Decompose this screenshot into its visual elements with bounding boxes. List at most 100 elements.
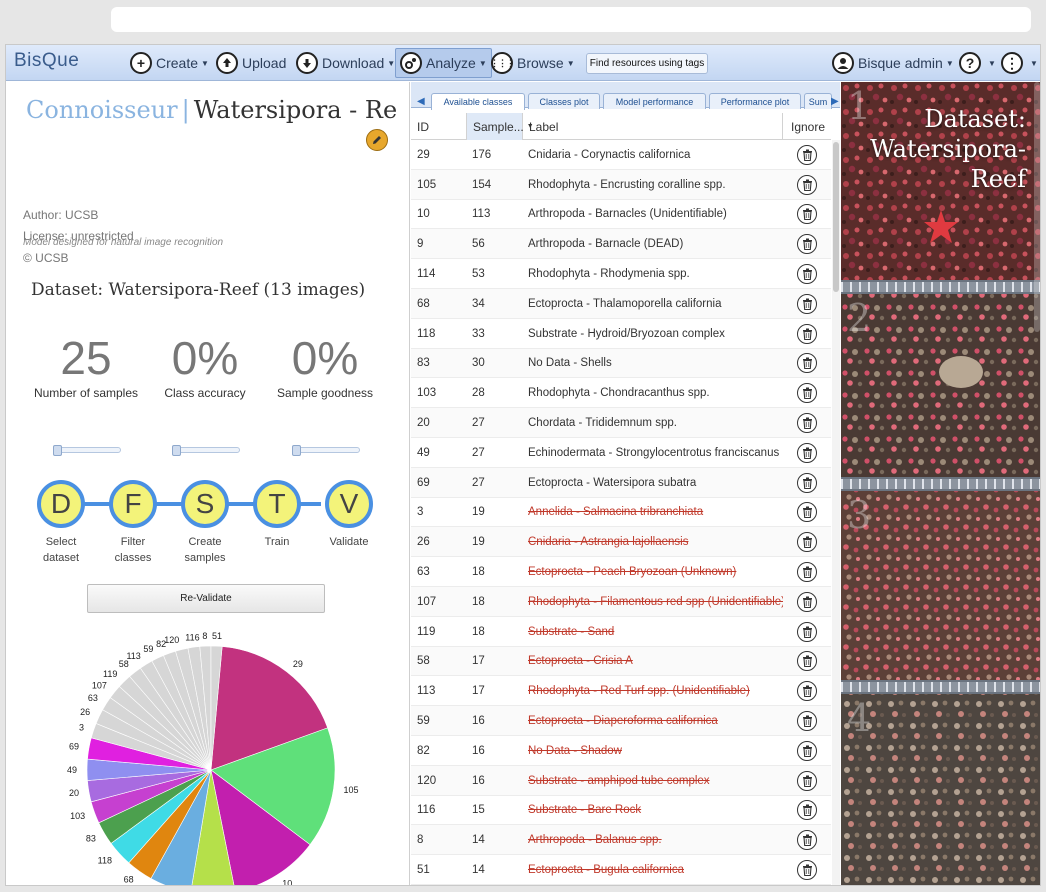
table-row[interactable]: 118 33 Substrate - Hydroid/Bryozoan comple… [411,319,831,349]
trash-icon[interactable] [797,353,817,374]
gallery-title-line: Dataset: [924,105,1026,133]
trash-icon[interactable] [797,681,817,702]
table-row[interactable]: 3 19 Annelida - Salmacina tribranchiata [411,498,831,528]
trash-icon[interactable] [797,413,817,434]
trash-icon[interactable] [797,144,817,165]
trash-icon[interactable] [797,591,817,612]
cell-label: Ectoprocta - Diaperoforma californica [528,715,718,728]
table-row[interactable]: 68 34 Ectoprocta - Thalamoporella californ… [411,288,831,319]
table-row[interactable]: 58 17 Ectoprocta - Crisia A [411,646,831,677]
trash-icon[interactable] [797,711,817,732]
tab-scroll-left-icon[interactable]: ◀ [417,96,425,107]
stat-label: Sample goodness [276,386,374,400]
table-row[interactable]: 51 14 Ectoprocta - Bugula californica [411,855,831,885]
slider-handle[interactable] [172,445,181,456]
tab-classes-plot[interactable]: Classes plot [528,93,600,109]
tab-scroll-right-icon[interactable]: ▶ [831,96,839,107]
header-id[interactable]: ID [411,113,467,140]
trash-icon[interactable] [797,562,817,583]
table-row[interactable]: 20 27 Chordata - Trididemnum spp. [411,408,831,438]
table-row[interactable]: 103 28 Rhodophyta - Chondracanthus spp. [411,378,831,409]
user-menu[interactable]: Bisque admin ▼ [832,48,954,78]
header-samples[interactable]: Sample... ▼ [467,113,534,140]
table-row[interactable]: 119 18 Substrate - Sand [411,617,831,647]
table-row[interactable]: 29 176 Cnidaria - Corynactis californica [411,140,831,170]
trash-icon[interactable] [797,860,817,881]
tab-summary[interactable]: Sum [804,93,832,109]
cell-label: Rhodophyta - Encrusting coralline spp. [528,178,726,191]
table-row[interactable]: 116 15 Substrate - Bare Rock [411,796,831,826]
trash-icon[interactable] [797,383,817,404]
download-menu[interactable]: Download ▼ [296,48,395,78]
trash-icon[interactable] [797,770,817,791]
trash-icon[interactable] [797,532,817,553]
trash-icon[interactable] [797,174,817,195]
gallery-scrollbar[interactable] [1034,82,1040,332]
trash-icon[interactable] [797,740,817,761]
pie-slice-label: 20 [69,788,79,798]
table-row[interactable]: 120 16 Substrate - amphipod tube complex [411,765,831,796]
table-row[interactable]: 49 27 Echinodermata - Strongylocentrotus f… [411,438,831,468]
scrollbar-thumb[interactable] [833,142,839,292]
bisque-app: BisQue + Create ▼ Upload Download ▼ Anal… [5,44,1041,886]
header-ignore[interactable]: Ignore [783,113,831,140]
table-row[interactable]: 10 113 Arthropoda - Barnacles (Unidentifia… [411,200,831,230]
trash-icon[interactable] [797,323,817,344]
class-accuracy-slider[interactable] [172,445,240,456]
tab-model-performance[interactable]: Model performance [603,93,706,109]
step-select-dataset[interactable]: D [37,480,85,528]
trash-icon[interactable] [797,830,817,851]
samples-slider[interactable] [53,445,121,456]
upload-button[interactable]: Upload [216,48,286,78]
cell-label: Arthropoda - Barnacles (Unidentifiable) [528,208,727,221]
table-row[interactable]: 82 16 No Data - Shadow [411,736,831,766]
sample-goodness-slider[interactable] [292,445,360,456]
step-filter-classes[interactable]: F [109,480,157,528]
table-row[interactable]: 63 18 Ectoprocta - Peach Bryozoan (Unknown… [411,557,831,587]
table-row[interactable]: 107 18 Rhodophyta - Filamentous red spp (U… [411,586,831,617]
trash-icon[interactable] [797,204,817,225]
brand-logo[interactable]: BisQue [14,50,79,72]
trash-icon[interactable] [797,264,817,285]
trash-icon[interactable] [797,472,817,493]
table-row[interactable]: 114 53 Rhodophyta - Rhodymenia spp. [411,259,831,289]
browse-menu[interactable]: ⋮⋮⋮ Browse ▼ [490,48,575,78]
slider-handle[interactable] [53,445,62,456]
trash-icon[interactable] [797,502,817,523]
trash-icon[interactable] [797,293,817,314]
table-row[interactable]: 113 17 Rhodophyta - Red Turf spp. (Unident… [411,676,831,707]
table-row[interactable]: 83 30 No Data - Shells [411,348,831,379]
header-label[interactable]: Label [523,113,783,140]
help-menu[interactable]: ? ▼ [959,48,996,78]
step-train[interactable]: T [253,480,301,528]
tab-performance-plot[interactable]: Performance plot [709,93,801,109]
edit-button[interactable] [366,129,388,151]
table-row[interactable]: 8 14 Arthropoda - Balanus spp. [411,825,831,856]
table-row[interactable]: 105 154 Rhodophyta - Encrusting coralline … [411,169,831,200]
table-row[interactable]: 26 19 Cnidaria - Astrangia lajollaensis [411,527,831,558]
chevron-down-icon: ▼ [566,58,575,68]
cell-id: 26 [417,536,430,549]
trash-icon[interactable] [797,442,817,463]
table-row[interactable]: 9 56 Arthropoda - Barnacle (DEAD) [411,229,831,260]
table-row[interactable]: 69 27 Ectoprocta - Watersipora subatra [411,467,831,498]
trash-icon[interactable] [797,800,817,821]
trash-icon[interactable] [797,234,817,255]
cell-ignore [796,140,818,170]
table-row[interactable]: 59 16 Ectoprocta - Diaperoforma californic… [411,706,831,736]
step-create-samples[interactable]: S [181,480,229,528]
cell-ignore [796,676,818,706]
revalidate-button[interactable]: Re-Validate [87,584,325,613]
step-validate[interactable]: V [325,480,373,528]
create-menu[interactable]: + Create ▼ [130,48,209,78]
browser-address-bar[interactable] [111,7,1031,32]
slider-handle[interactable] [292,445,301,456]
analyze-menu[interactable]: Analyze ▼ [395,48,492,78]
trash-icon[interactable] [797,621,817,642]
cell-samples: 113 [472,208,491,221]
tab-available-classes[interactable]: Available classes [431,93,525,110]
more-menu[interactable]: ⋮ ▼ [1001,48,1038,78]
trash-icon[interactable] [797,651,817,672]
table-scrollbar[interactable] [832,140,840,885]
tag-search-input[interactable]: Find resources using tags [586,53,708,74]
